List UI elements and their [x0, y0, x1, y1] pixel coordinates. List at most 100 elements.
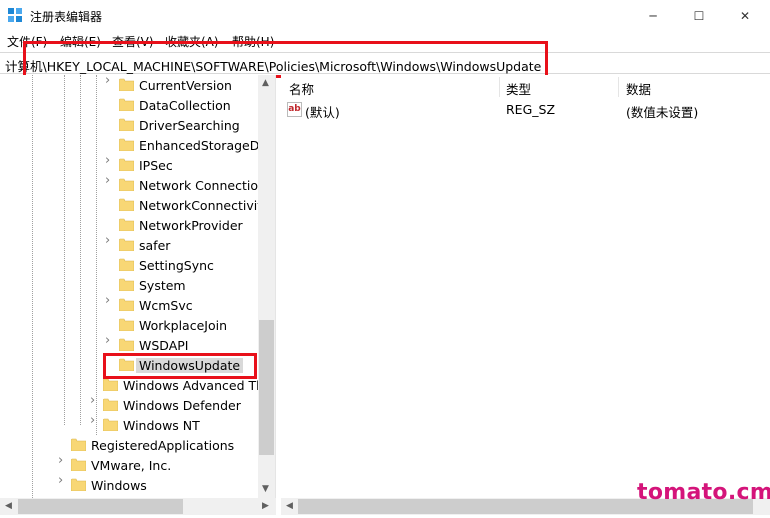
tree-item[interactable]: › IPSec: [0, 154, 258, 175]
value-data: (数值未设置): [626, 105, 699, 120]
expand-chevron-icon[interactable]: ›: [105, 234, 114, 247]
tree-item-label: NetworkProvider: [139, 218, 243, 233]
tree-item[interactable]: › Windows NT: [0, 414, 258, 435]
expand-chevron-icon[interactable]: ›: [58, 454, 67, 467]
menu-favorites[interactable]: 收藏夹(A): [165, 33, 219, 50]
tree-item[interactable]: › Network Connection: [0, 174, 266, 195]
tree-item[interactable]: › Windows Defender: [0, 394, 258, 415]
registry-tree: › CurrentVersion DataCollection DriverSearc…: [0, 75, 276, 498]
value-row[interactable]: ab (默认) REG_SZ (数值未设置): [281, 100, 770, 120]
tree-item[interactable]: › Windows: [0, 474, 258, 495]
scroll-down-icon[interactable]: ▼: [262, 485, 269, 494]
menu-file[interactable]: 文件(F): [7, 33, 47, 50]
folder-icon: [70, 438, 87, 452]
expand-chevron-icon[interactable]: ›: [105, 294, 114, 307]
folder-icon: [118, 78, 135, 92]
address-path[interactable]: 计算机\HKEY_LOCAL_MACHINE\SOFTWARE\Policies…: [5, 56, 541, 75]
tree-hscroll-thumb[interactable]: [18, 499, 183, 514]
tree-item[interactable]: WindowsUpdate: [0, 355, 258, 375]
tree-item[interactable]: SettingSync: [0, 255, 258, 275]
tree-item-label: EnhancedStorageDev: [139, 138, 275, 153]
folder-icon: [70, 458, 87, 472]
tree-item-label: safer: [139, 238, 171, 253]
tree-item[interactable]: DriverSearching: [0, 115, 258, 135]
folder-icon: [118, 178, 135, 192]
column-header-type[interactable]: 类型: [506, 75, 531, 99]
column-separator[interactable]: [499, 77, 500, 97]
menu-help[interactable]: 帮助(H): [232, 33, 274, 50]
tree-vscroll-thumb[interactable]: [259, 320, 274, 455]
folder-icon: [118, 258, 135, 272]
folder-icon: [118, 198, 135, 212]
tree-item[interactable]: RegisteredApplications: [0, 435, 258, 455]
tree-item[interactable]: › CurrentVersion: [0, 75, 258, 95]
tree-item-label: Windows Advanced Thr: [123, 378, 270, 393]
expand-chevron-icon[interactable]: ›: [90, 394, 99, 407]
tree-item-label: SettingSync: [139, 258, 214, 273]
column-header-data[interactable]: 数据: [626, 75, 651, 99]
tree-item[interactable]: System: [0, 275, 258, 295]
minimize-button[interactable]: ─: [630, 0, 676, 31]
tree-horizontal-scrollbar[interactable]: ◀ ▶: [0, 498, 276, 515]
tree-item-label: WindowsUpdate: [136, 358, 244, 373]
expand-chevron-icon[interactable]: ›: [105, 154, 114, 167]
tree-item[interactable]: › WSDAPI: [0, 334, 258, 355]
folder-icon: [118, 278, 135, 292]
expand-chevron-icon[interactable]: ›: [58, 474, 67, 487]
tree-item[interactable]: WorkplaceJoin: [0, 315, 258, 335]
folder-icon: [118, 158, 135, 172]
minimize-icon: ─: [649, 8, 657, 23]
tree-item-label: CurrentVersion: [139, 78, 232, 93]
tree-item-label: Windows: [91, 478, 147, 493]
column-separator[interactable]: [618, 77, 619, 97]
folder-icon: [102, 418, 119, 432]
folder-icon: [118, 338, 135, 352]
tree-item[interactable]: › VMware, Inc.: [0, 454, 258, 475]
title-bar: 注册表编辑器 ─ ☐ ✕: [0, 0, 770, 31]
menu-bar: 文件(F) 编辑(E) 查看(V) 收藏夹(A) 帮助(H): [0, 31, 770, 51]
tree-item[interactable]: › safer: [0, 234, 258, 255]
maximize-button[interactable]: ☐: [676, 0, 722, 31]
regedit-icon: [8, 8, 22, 22]
values-list: 名称 类型 数据 ab (默认) REG_SZ (数值未设置): [281, 75, 770, 498]
scroll-right-icon[interactable]: ▶: [262, 502, 269, 511]
tree-item[interactable]: DataCollection: [0, 95, 258, 115]
column-header-name[interactable]: 名称: [289, 75, 314, 99]
folder-icon: [118, 118, 135, 132]
tree-item-label: DataCollection: [139, 98, 231, 113]
folder-icon: [118, 358, 135, 372]
folder-icon: [118, 138, 135, 152]
tree-item-label: WcmSvc: [139, 298, 193, 313]
tree-item-label: NetworkConnectivity: [139, 198, 270, 213]
expand-chevron-icon[interactable]: ›: [105, 174, 114, 187]
string-value-icon: ab: [287, 102, 302, 117]
folder-icon: [118, 298, 135, 312]
folder-icon: [118, 218, 135, 232]
folder-icon: [118, 238, 135, 252]
tree-item[interactable]: EnhancedStorageDev: [0, 135, 274, 155]
close-button[interactable]: ✕: [722, 0, 768, 31]
tree-item-label: WSDAPI: [139, 338, 189, 353]
value-type: REG_SZ: [506, 102, 556, 117]
tree-item-label: System: [139, 278, 186, 293]
address-bar[interactable]: 计算机\HKEY_LOCAL_MACHINE\SOFTWARE\Policies…: [0, 52, 770, 74]
tree-item-label: RegisteredApplications: [91, 438, 235, 453]
tree-item[interactable]: › WcmSvc: [0, 294, 258, 315]
tree-item-label: DriverSearching: [139, 118, 240, 133]
expand-chevron-icon[interactable]: ›: [90, 414, 99, 427]
scroll-left-icon[interactable]: ◀: [5, 502, 12, 511]
scroll-up-icon[interactable]: ▲: [262, 79, 269, 88]
scroll-left-icon[interactable]: ◀: [286, 502, 293, 511]
tree-item[interactable]: NetworkConnectivity: [0, 195, 270, 215]
expand-chevron-icon[interactable]: ›: [105, 334, 114, 347]
window-title: 注册表编辑器: [30, 10, 103, 24]
tree-vertical-scrollbar[interactable]: ▲ ▼: [258, 75, 275, 498]
tree-item-label: Windows NT: [123, 418, 200, 433]
menu-view[interactable]: 查看(V): [112, 33, 154, 50]
tree-item[interactable]: NetworkProvider: [0, 215, 258, 235]
folder-icon: [102, 378, 119, 392]
tree-item[interactable]: Windows Advanced Thr: [0, 375, 269, 395]
menu-edit[interactable]: 编辑(E): [60, 33, 101, 50]
expand-chevron-icon[interactable]: ›: [105, 75, 114, 87]
close-icon: ✕: [739, 8, 751, 23]
